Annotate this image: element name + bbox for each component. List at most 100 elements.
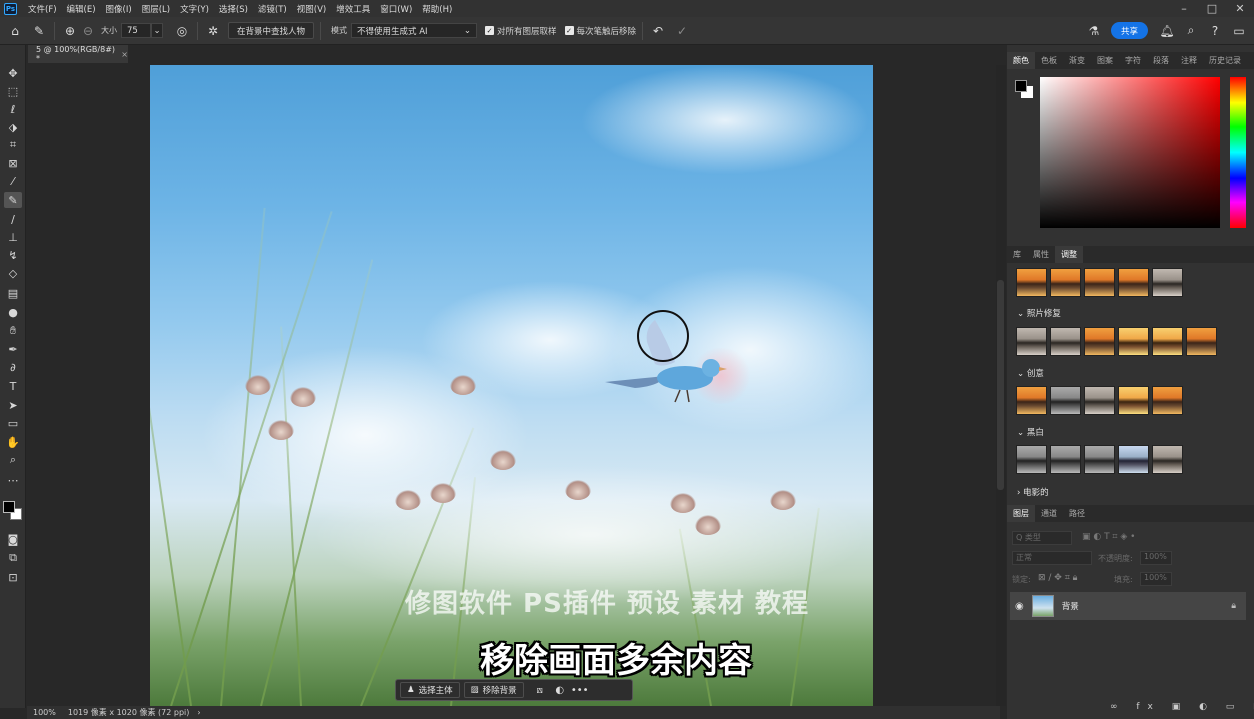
more-options-icon[interactable]: ••• (571, 682, 589, 698)
adjustment-icon[interactable]: ◐ (552, 682, 568, 698)
section-photo-repair[interactable]: ⌄ 照片修复 (1017, 307, 1061, 319)
preset-thumbnail[interactable] (1084, 445, 1115, 474)
preset-thumbnail[interactable] (1050, 327, 1081, 356)
sample-all-layers-checkbox[interactable]: ✓ 对所有图层取样 (485, 25, 557, 37)
remove-tool-icon[interactable]: ✎ (4, 192, 22, 208)
preset-thumbnail[interactable] (1050, 386, 1081, 415)
eraser-tool-icon[interactable]: ◇ (4, 265, 22, 281)
zoom-level[interactable]: 100% (33, 708, 56, 717)
artboard-icon[interactable]: ⊡ (4, 569, 22, 585)
layer-name[interactable]: 背景 (1062, 600, 1079, 612)
preset-thumbnail[interactable] (1050, 268, 1081, 297)
menu-plugins[interactable]: 增效工具 (331, 3, 375, 15)
select-subject-button[interactable]: ♟ 选择主体 (400, 682, 460, 698)
opacity-input[interactable]: 100% (1140, 551, 1172, 565)
menu-image[interactable]: 图像(I) (101, 3, 137, 15)
section-creative[interactable]: ⌄ 创意 (1017, 367, 1044, 379)
tab-layers[interactable]: 图层 (1007, 505, 1035, 522)
hue-slider[interactable] (1230, 77, 1246, 228)
document-tab[interactable]: 5 @ 100%(RGB/8#) * × (28, 45, 128, 63)
flask-icon[interactable]: ⚗ (1085, 22, 1103, 40)
blend-mode-select[interactable]: 正常 (1012, 551, 1092, 565)
object-select-tool-icon[interactable]: ⬗ (4, 119, 22, 135)
zoom-tool-icon[interactable]: ⌕ (4, 452, 22, 468)
menu-window[interactable]: 窗口(W) (375, 3, 417, 15)
menu-edit[interactable]: 编辑(E) (62, 3, 101, 15)
hand-tool-icon[interactable]: ✋ (4, 434, 22, 450)
menu-view[interactable]: 视图(V) (292, 3, 331, 15)
preset-thumbnail[interactable] (1152, 386, 1183, 415)
preset-thumbnail[interactable] (1152, 445, 1183, 474)
preset-thumbnail[interactable] (1016, 327, 1047, 356)
tab-properties[interactable]: 属性 (1027, 249, 1055, 260)
blur-tool-icon[interactable]: ● (4, 304, 22, 320)
eyedropper-tool-icon[interactable]: ⁄ (4, 173, 22, 189)
panel-foreground-swatch[interactable] (1015, 80, 1027, 92)
close-window-button[interactable]: ✕ (1226, 2, 1254, 15)
tab-swatches[interactable]: 色板 (1035, 55, 1063, 66)
tab-channels[interactable]: 通道 (1035, 508, 1063, 519)
screen-mode-icon[interactable]: ⧉ (4, 550, 22, 566)
document-canvas[interactable]: 修图软件 PS插件 预设 素材 教程 移除画面多余内容 (150, 65, 873, 706)
rectangle-tool-icon[interactable]: ▭ (4, 415, 22, 431)
undo-icon[interactable]: ↶ (649, 22, 667, 40)
type-tool-icon[interactable]: T (4, 378, 22, 394)
section-cinematic[interactable]: › 电影的 (1017, 486, 1049, 498)
tab-character[interactable]: 字符 (1119, 55, 1147, 66)
layer-row[interactable]: ◉ 背景 🔒︎ (1010, 592, 1246, 620)
tab-history[interactable]: 历史记录 (1203, 55, 1247, 66)
remove-after-stroke-checkbox[interactable]: ✓ 每次笔触后移除 (564, 25, 636, 37)
brush-tool-icon[interactable]: ∕ (4, 211, 22, 227)
preset-thumbnail[interactable] (1118, 445, 1149, 474)
find-people-button[interactable]: 在背景中查找人物 (228, 22, 315, 39)
menu-layer[interactable]: 图层(L) (137, 3, 175, 15)
menu-type[interactable]: 文字(Y) (175, 3, 214, 15)
lock-icon[interactable]: 🔒︎ (1231, 601, 1236, 611)
size-input[interactable]: 75 (121, 23, 151, 38)
remove-background-button[interactable]: ▨ 移除背景 (463, 682, 524, 698)
color-picker-field[interactable] (1040, 77, 1220, 228)
path-select-tool-icon[interactable]: ➤ (4, 397, 22, 413)
fill-input[interactable]: 100% (1140, 572, 1172, 586)
add-mode-icon[interactable]: ⊕ (61, 22, 79, 40)
preset-thumbnail[interactable] (1118, 268, 1149, 297)
close-tab-icon[interactable]: × (121, 50, 128, 59)
transform-icon[interactable]: ⟎ (532, 682, 548, 698)
preset-thumbnail[interactable] (1152, 327, 1183, 356)
preset-thumbnail[interactable] (1084, 327, 1115, 356)
minimize-button[interactable]: – (1170, 2, 1198, 15)
foreground-color-swatch[interactable] (3, 501, 15, 513)
tab-adjustments[interactable]: 调整 (1055, 246, 1083, 263)
gradient-tool-icon[interactable]: ▤ (4, 285, 22, 301)
tab-notes[interactable]: 注释 (1175, 55, 1203, 66)
tab-patterns[interactable]: 图案 (1091, 55, 1119, 66)
crop-tool-icon[interactable]: ⌗ (4, 137, 22, 153)
pen-tool-icon[interactable]: ✒ (4, 341, 22, 357)
preset-thumbnail[interactable] (1016, 386, 1047, 415)
freeform-pen-icon[interactable]: ∂ (4, 359, 22, 375)
move-tool-icon[interactable]: ✥ (4, 65, 22, 81)
preset-thumbnail[interactable] (1050, 445, 1081, 474)
remove-tool-icon[interactable]: ✎ (30, 22, 48, 40)
preset-thumbnail[interactable] (1186, 327, 1217, 356)
search-icon[interactable]: ⌕ (1182, 22, 1200, 40)
preset-thumbnail[interactable] (1118, 386, 1149, 415)
status-arrow-icon[interactable]: › (197, 708, 200, 717)
section-black-white[interactable]: ⌄ 黑白 (1017, 426, 1044, 438)
layer-filter-icons[interactable]: ▣ ◐ T ⌗ ◈ • (1082, 532, 1135, 542)
tab-paths[interactable]: 路径 (1063, 508, 1091, 519)
marquee-tool-icon[interactable]: ⬚ (4, 83, 22, 99)
preset-thumbnail[interactable] (1016, 268, 1047, 297)
dodge-tool-icon[interactable]: ✋︎ (4, 323, 22, 339)
home-icon[interactable]: ⌂ (6, 22, 24, 40)
preset-thumbnail[interactable] (1118, 327, 1149, 356)
more-tools-icon[interactable]: ⋯ (4, 472, 22, 488)
bell-icon[interactable]: 🔔︎ (1158, 22, 1176, 40)
menu-filter[interactable]: 滤镜(T) (253, 3, 292, 15)
layer-filter-input[interactable]: Q 类型 (1012, 531, 1072, 545)
lock-icons[interactable]: ⊠ ∕ ✥ ⌗ 🔒︎ (1038, 573, 1077, 583)
size-dropdown-chevron-icon[interactable]: ⌄ (151, 23, 163, 38)
lasso-tool-icon[interactable]: ℓ (4, 101, 22, 117)
menu-help[interactable]: 帮助(H) (417, 3, 457, 15)
frame-tool-icon[interactable]: ⊠ (4, 155, 22, 171)
